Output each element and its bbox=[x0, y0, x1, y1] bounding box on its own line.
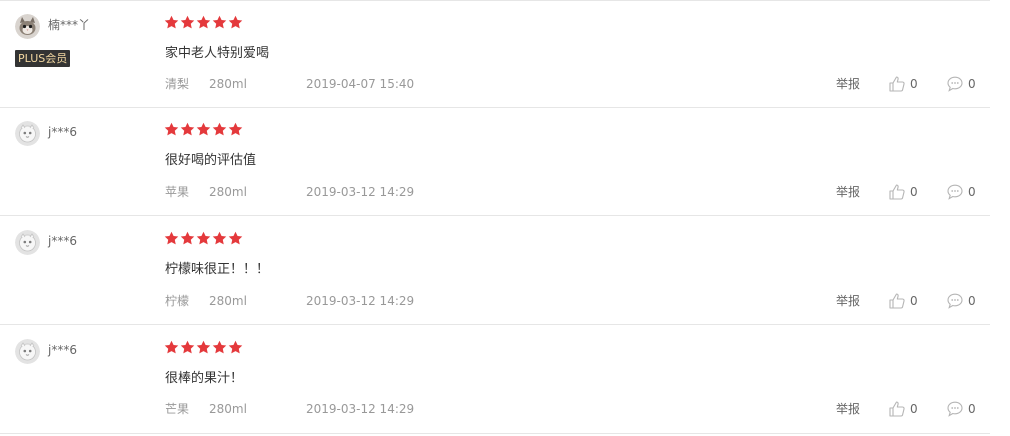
review-content: 很好喝的评估值 bbox=[165, 153, 257, 168]
product-size: 280ml bbox=[209, 185, 247, 199]
like-count: 0 bbox=[910, 402, 918, 416]
review-date: 2019-03-12 14:29 bbox=[306, 402, 415, 416]
thumbs-up-icon bbox=[888, 183, 906, 201]
username[interactable]: j***6 bbox=[48, 125, 77, 139]
username[interactable]: j***6 bbox=[48, 343, 77, 357]
comment-button[interactable]: 0 bbox=[946, 399, 976, 419]
comment-count: 0 bbox=[968, 185, 976, 199]
default-avatar-icon[interactable] bbox=[15, 339, 40, 364]
plus-member-badge: PLUS会员 bbox=[15, 50, 71, 67]
review-content: 柠檬味很正！！！ bbox=[165, 262, 270, 277]
star-icon bbox=[180, 340, 195, 354]
star-icon bbox=[164, 340, 179, 354]
like-button[interactable]: 0 bbox=[888, 74, 918, 94]
thumbs-up-icon bbox=[888, 292, 906, 310]
product-flavor: 芒果 bbox=[165, 402, 190, 416]
product-size: 280ml bbox=[209, 294, 247, 308]
comment-bubble-icon bbox=[946, 400, 964, 418]
star-rating bbox=[164, 231, 243, 247]
star-rating bbox=[164, 15, 243, 31]
star-icon bbox=[164, 231, 179, 245]
product-size: 280ml bbox=[209, 77, 247, 91]
product-flavor: 柠檬 bbox=[165, 294, 190, 308]
star-icon bbox=[228, 122, 243, 136]
review-date: 2019-03-12 14:29 bbox=[306, 294, 415, 308]
review-date: 2019-03-12 14:29 bbox=[306, 185, 415, 199]
review-content: 家中老人特别爱喝 bbox=[165, 46, 270, 61]
report-link[interactable]: 举报 bbox=[836, 185, 860, 199]
star-rating bbox=[164, 122, 243, 138]
star-rating bbox=[164, 340, 243, 356]
default-avatar-icon[interactable] bbox=[15, 230, 40, 255]
username[interactable]: 楠***丫 bbox=[48, 18, 90, 32]
review-item: 楠***丫 PLUS会员 家中老人特别爱喝 清梨 280ml 2019-04-0… bbox=[0, 0, 990, 108]
product-flavor: 苹果 bbox=[165, 185, 190, 199]
comment-button[interactable]: 0 bbox=[946, 74, 976, 94]
report-link[interactable]: 举报 bbox=[836, 77, 860, 91]
cat-avatar-icon[interactable] bbox=[15, 14, 40, 39]
product-flavor: 清梨 bbox=[165, 77, 190, 91]
like-button[interactable]: 0 bbox=[888, 399, 918, 419]
like-count: 0 bbox=[910, 294, 918, 308]
report-link[interactable]: 举报 bbox=[836, 402, 860, 416]
comment-bubble-icon bbox=[946, 292, 964, 310]
star-icon bbox=[212, 15, 227, 29]
thumbs-up-icon bbox=[888, 75, 906, 93]
username[interactable]: j***6 bbox=[48, 234, 77, 248]
star-icon bbox=[180, 122, 195, 136]
star-icon bbox=[180, 15, 195, 29]
comment-count: 0 bbox=[968, 294, 976, 308]
star-icon bbox=[196, 231, 211, 245]
review-item: j***6 柠檬味很正！！！ 柠檬 280ml 2019-03-12 14:29… bbox=[0, 217, 990, 325]
like-count: 0 bbox=[910, 185, 918, 199]
star-icon bbox=[212, 340, 227, 354]
star-icon bbox=[228, 231, 243, 245]
default-avatar-icon[interactable] bbox=[15, 121, 40, 146]
comment-bubble-icon bbox=[946, 183, 964, 201]
comment-count: 0 bbox=[968, 77, 976, 91]
star-icon bbox=[212, 231, 227, 245]
thumbs-up-icon bbox=[888, 400, 906, 418]
comment-button[interactable]: 0 bbox=[946, 182, 976, 202]
review-list: 楠***丫 PLUS会员 家中老人特别爱喝 清梨 280ml 2019-04-0… bbox=[0, 0, 1010, 436]
review-item: j***6 很好喝的评估值 苹果 280ml 2019-03-12 14:29 … bbox=[0, 108, 990, 216]
star-icon bbox=[228, 15, 243, 29]
review-date: 2019-04-07 15:40 bbox=[306, 77, 415, 91]
star-icon bbox=[180, 231, 195, 245]
comment-count: 0 bbox=[968, 402, 976, 416]
report-link[interactable]: 举报 bbox=[836, 294, 860, 308]
product-size: 280ml bbox=[209, 402, 247, 416]
star-icon bbox=[196, 15, 211, 29]
like-button[interactable]: 0 bbox=[888, 182, 918, 202]
star-icon bbox=[196, 340, 211, 354]
review-item: j***6 很棒的果汁！ 芒果 280ml 2019-03-12 14:29 举… bbox=[0, 326, 990, 434]
star-icon bbox=[164, 15, 179, 29]
like-count: 0 bbox=[910, 77, 918, 91]
star-icon bbox=[196, 122, 211, 136]
comment-button[interactable]: 0 bbox=[946, 291, 976, 311]
star-icon bbox=[164, 122, 179, 136]
like-button[interactable]: 0 bbox=[888, 291, 918, 311]
review-content: 很棒的果汁！ bbox=[165, 371, 244, 386]
comment-bubble-icon bbox=[946, 75, 964, 93]
star-icon bbox=[228, 340, 243, 354]
star-icon bbox=[212, 122, 227, 136]
